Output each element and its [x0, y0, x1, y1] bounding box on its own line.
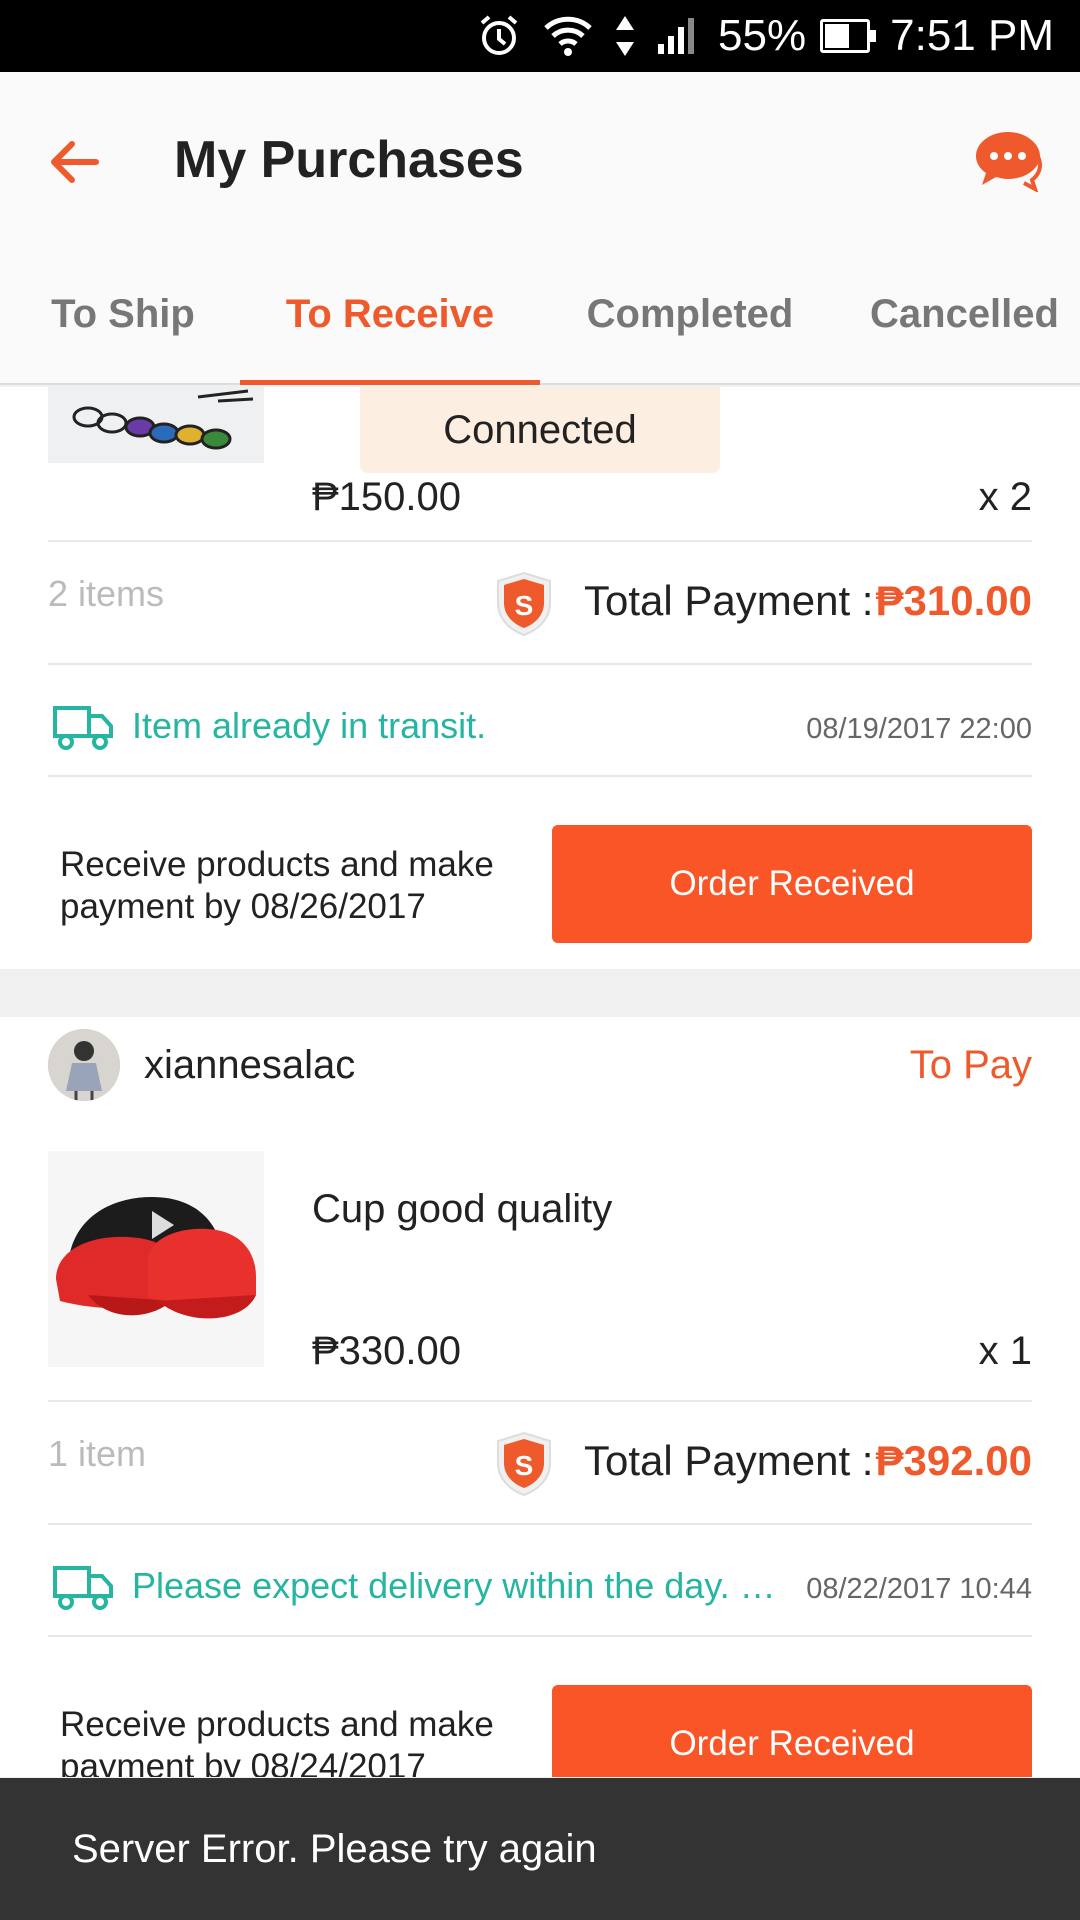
order-received-button[interactable]: Order Received: [552, 1685, 1032, 1777]
product-quantity: x 1: [978, 1329, 1032, 1373]
svg-text:S: S: [515, 590, 534, 621]
tab-bar: To Ship To Receive Completed Cancelled: [0, 245, 1080, 385]
product-price: ₱150.00: [312, 475, 462, 519]
tab-completed[interactable]: Completed: [560, 245, 820, 383]
signal-icon: [656, 16, 698, 56]
total-payment-label: Total Payment :: [584, 577, 874, 624]
shipping-date: 08/19/2017 22:00: [806, 713, 1032, 745]
order-card: xiannesalac To Pay Cup good quality ₱330…: [0, 1017, 1080, 1777]
clock: 7:51 PM: [890, 11, 1054, 60]
error-snackbar: Server Error. Please try again: [0, 1778, 1080, 1920]
battery-icon: [820, 19, 877, 53]
truck-icon: [52, 1565, 114, 1611]
tab-cancelled[interactable]: Cancelled: [870, 245, 1080, 383]
receive-note: Receive products and make payment by 08/…: [60, 845, 494, 926]
product-image-sunglasses[interactable]: [48, 387, 264, 463]
shipping-date: 08/22/2017 10:44: [806, 1573, 1032, 1605]
shopee-guarantee-shield-icon: S: [494, 571, 554, 637]
order-status: To Pay: [909, 1043, 1032, 1087]
svg-text:S: S: [515, 1450, 534, 1481]
back-arrow-icon[interactable]: [44, 132, 104, 192]
page-title: My Purchases: [174, 131, 524, 189]
shipping-status[interactable]: Please expect delivery within the day. O…: [132, 1565, 780, 1607]
battery-percent: 55%: [718, 11, 807, 60]
tab-to-receive[interactable]: To Receive: [240, 245, 540, 385]
items-count: 1 item: [48, 1433, 147, 1474]
data-arrows-icon: [614, 14, 636, 58]
divider: [48, 1523, 1032, 1525]
shop-name[interactable]: xiannesalac: [144, 1043, 355, 1088]
product-quantity: x 2: [978, 475, 1032, 519]
total-payment-label: Total Payment :: [584, 1437, 874, 1484]
divider: [48, 775, 1032, 777]
avatar[interactable]: [48, 1029, 120, 1101]
status-bar: 55% 7:51 PM: [0, 0, 1080, 72]
alarm-icon: [476, 13, 522, 59]
receive-note: Receive products and make payment by 08/…: [60, 1705, 494, 1777]
truck-icon: [52, 705, 114, 751]
divider: [48, 540, 1032, 542]
shopee-guarantee-shield-icon: S: [494, 1431, 554, 1497]
orders-list[interactable]: ₱150.00 x 2 2 items S Total Payment : ₱3…: [0, 387, 1080, 1777]
order-received-button[interactable]: Order Received: [552, 825, 1032, 943]
total-payment-amount: ₱392.00: [875, 1437, 1032, 1484]
divider: [48, 1635, 1032, 1637]
total-payment-amount: ₱310.00: [875, 577, 1032, 624]
chat-icon[interactable]: [972, 128, 1044, 194]
items-count: 2 items: [48, 573, 165, 614]
divider: [48, 1400, 1032, 1402]
shipping-status[interactable]: Item already in transit.: [132, 705, 652, 747]
divider: [48, 663, 1032, 665]
product-image-cap[interactable]: [48, 1151, 264, 1367]
connection-toast: Connected: [360, 387, 720, 473]
tab-to-ship[interactable]: To Ship: [18, 245, 228, 383]
product-name[interactable]: Cup good quality: [312, 1187, 612, 1232]
product-price: ₱330.00: [312, 1329, 462, 1373]
wifi-icon: [542, 14, 594, 58]
order-card: ₱150.00 x 2 2 items S Total Payment : ₱3…: [0, 387, 1080, 969]
